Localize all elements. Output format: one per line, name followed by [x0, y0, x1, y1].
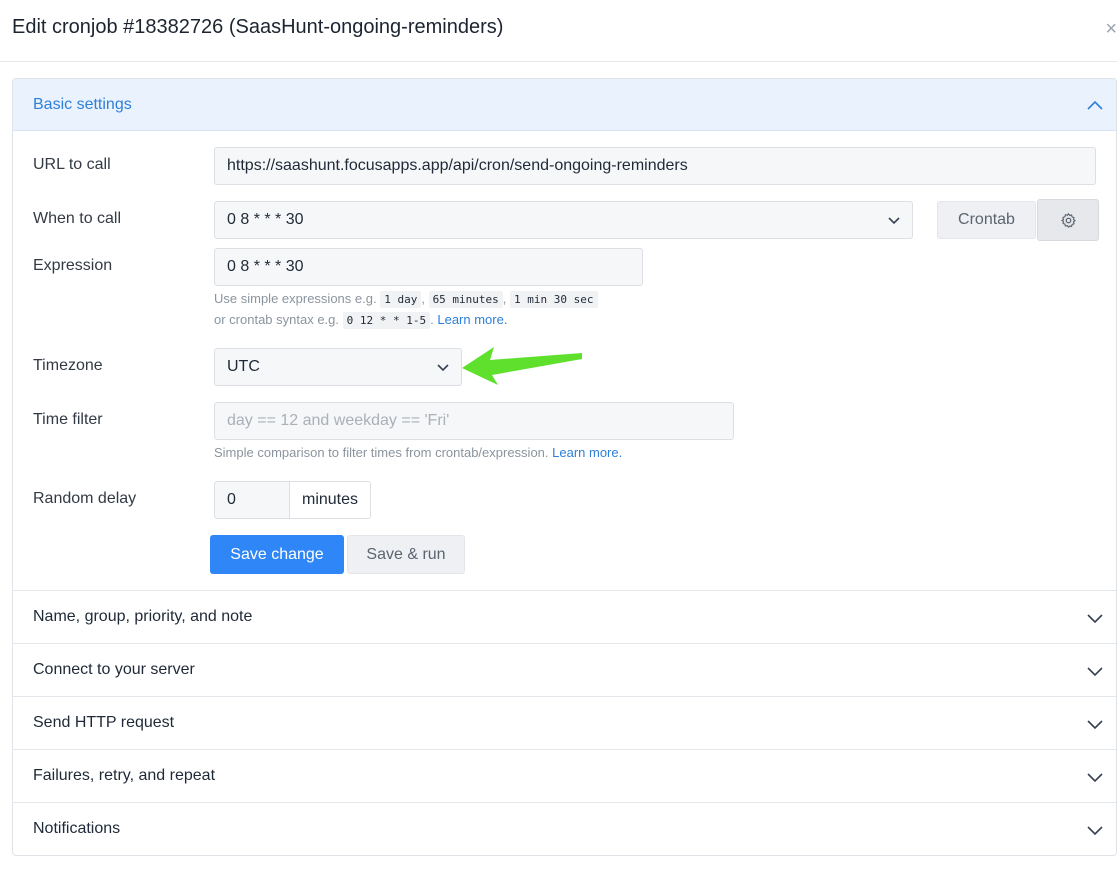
expression-label: Expression	[33, 257, 113, 274]
section-label: Failures, retry, and repeat	[33, 767, 216, 784]
random-delay-label: Random delay	[33, 490, 137, 507]
crontab-button[interactable]: Crontab	[937, 201, 1036, 239]
time-filter-learn-more-link[interactable]: Learn more.	[552, 445, 622, 460]
section-notifications-header[interactable]: Notifications	[13, 802, 1116, 855]
section-connect-server-header[interactable]: Connect to your server	[13, 643, 1116, 696]
chevron-up-icon	[1087, 100, 1103, 110]
basic-settings-title: Basic settings	[33, 96, 132, 113]
close-icon[interactable]: ×	[1101, 18, 1117, 40]
settings-button[interactable]	[1037, 199, 1099, 241]
chevron-down-icon	[1087, 667, 1103, 677]
section-label: Notifications	[33, 820, 121, 837]
example-code: 1 min 30 sec	[510, 291, 598, 308]
example-code: 65 minutes	[428, 291, 503, 308]
section-name-group-header[interactable]: Name, group, priority, and note	[13, 590, 1116, 643]
chevron-down-icon	[1087, 826, 1103, 836]
timezone-label: Timezone	[33, 357, 103, 374]
chevron-down-icon	[1087, 614, 1103, 624]
section-label: Name, group, priority, and note	[33, 608, 253, 625]
crontab-example-code: 0 12 * * 1-5	[342, 312, 431, 329]
gear-icon	[1061, 213, 1076, 228]
section-http-request-header[interactable]: Send HTTP request	[13, 696, 1116, 749]
chevron-down-icon	[1087, 773, 1103, 783]
save-run-button[interactable]: Save & run	[347, 535, 465, 574]
timezone-select-value: UTC	[227, 358, 260, 375]
expression-learn-more-link[interactable]: Learn more.	[437, 312, 507, 327]
chevron-down-icon	[1087, 720, 1103, 730]
time-filter-label: Time filter	[33, 411, 103, 428]
basic-settings-header[interactable]: Basic settings	[13, 79, 1116, 131]
when-select-value: 0 8 * * * 30	[227, 211, 304, 228]
when-select[interactable]: 0 8 * * * 30	[214, 201, 913, 239]
url-label: URL to call	[33, 156, 111, 173]
section-failures-retry-header[interactable]: Failures, retry, and repeat	[13, 749, 1116, 802]
modal-title: Edit cronjob #18382726 (SaasHunt-ongoing…	[12, 16, 504, 38]
expression-help-line2: or crontab syntax e.g. 0 12 * * 1-5. Lea…	[214, 312, 508, 329]
annotation-arrow-icon	[462, 347, 582, 385]
settings-accordion: Basic settings URL to call https://saash…	[12, 78, 1117, 856]
when-label: When to call	[33, 210, 122, 227]
chevron-down-icon	[888, 217, 900, 225]
random-delay-unit: minutes	[289, 481, 371, 519]
expression-input[interactable]: 0 8 * * * 30	[214, 248, 643, 286]
save-change-button[interactable]: Save change	[210, 535, 344, 574]
time-filter-input[interactable]: day == 12 and weekday == 'Fri'	[214, 402, 734, 440]
modal-header: Edit cronjob #18382726 (SaasHunt-ongoing…	[0, 0, 1117, 62]
section-label: Send HTTP request	[33, 714, 175, 731]
timezone-select[interactable]: UTC	[214, 348, 462, 386]
url-input[interactable]: https://saashunt.focusapps.app/api/cron/…	[214, 147, 1096, 185]
example-code: 1 day	[380, 291, 422, 308]
random-delay-input[interactable]: 0	[214, 481, 290, 519]
expression-help-line1: Use simple expressions e.g. 1 day, 65 mi…	[214, 289, 598, 310]
time-filter-help: Simple comparison to filter times from c…	[214, 445, 623, 460]
section-label: Connect to your server	[33, 661, 195, 678]
chevron-down-icon	[437, 364, 449, 372]
